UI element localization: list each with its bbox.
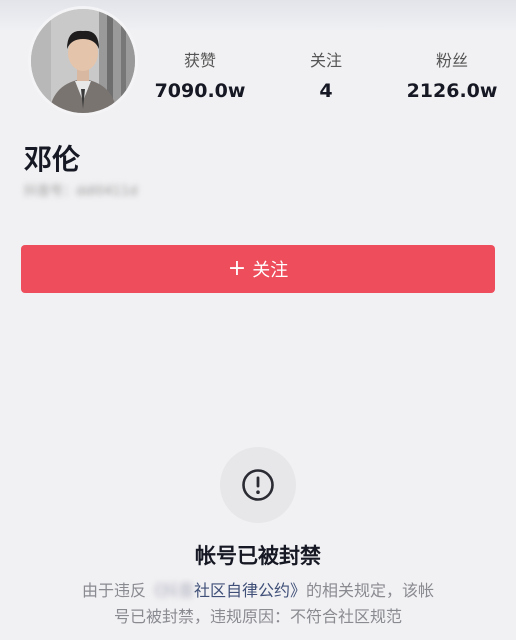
profile-nickname: 邓伦 — [24, 143, 81, 176]
stats-row: 获赞 7090.0w 关注 4 粉丝 2126.0w — [150, 50, 516, 110]
stat-likes-value: 7090.0w — [154, 80, 246, 102]
stat-followers-value: 2126.0w — [406, 80, 498, 102]
community-pact-link[interactable]: 社区自律公约》 — [194, 581, 306, 600]
stat-following-value: 4 — [319, 80, 333, 102]
plus-icon: + — [227, 256, 247, 281]
follow-button[interactable]: + 关注 — [21, 245, 495, 293]
stat-likes[interactable]: 获赞 7090.0w — [145, 50, 255, 106]
ban-title: 帐号已被封禁 — [195, 544, 321, 568]
ban-description: 由于违反《抖音社区自律公约》的相关规定，该帐 号已被封禁，违规原因：不符合社区规… — [0, 578, 516, 630]
stat-followers-label: 粉丝 — [435, 51, 468, 70]
ban-desc-prefix: 由于违反 — [81, 581, 146, 600]
follow-button-label: 关注 — [252, 260, 289, 281]
ban-desc-suffix: 的相关规定，该帐 — [306, 581, 435, 600]
stat-likes-label: 获赞 — [183, 51, 216, 70]
account-id: 抖音号：ddl0411d — [24, 184, 138, 199]
stat-following-label: 关注 — [309, 51, 342, 70]
exclamation-circle-icon — [220, 447, 296, 523]
stat-following[interactable]: 关注 4 — [271, 50, 381, 106]
ban-description-line1: 由于违反《抖音社区自律公约》的相关规定，该帐 — [0, 578, 516, 604]
user-avatar-photo — [31, 9, 135, 113]
ban-desc-blurred: 《抖音 — [145, 581, 194, 600]
stat-followers[interactable]: 粉丝 2126.0w — [397, 50, 507, 106]
avatar[interactable] — [28, 6, 138, 116]
ban-description-line2: 号已被封禁，违规原因：不符合社区规范 — [113, 607, 402, 626]
